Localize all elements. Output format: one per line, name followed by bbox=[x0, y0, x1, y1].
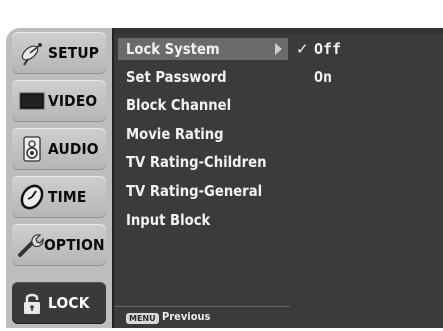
tab-setup-label: SETUP bbox=[48, 44, 100, 62]
menu-item-label: TV Rating-General bbox=[126, 182, 263, 200]
menu-item-movie-rating[interactable]: Movie Rating bbox=[118, 123, 288, 145]
wrench-icon bbox=[16, 229, 44, 261]
tab-video-label: VIDEO bbox=[48, 92, 98, 110]
menu-item-lock-system[interactable]: Lock System bbox=[118, 38, 288, 60]
menu-key-badge: MENU bbox=[126, 313, 159, 324]
menu-item-block-channel[interactable]: Block Channel bbox=[118, 94, 288, 116]
padlock-icon bbox=[16, 287, 48, 319]
tab-setup[interactable]: SETUP bbox=[12, 32, 106, 74]
option-label: On bbox=[314, 68, 333, 86]
option-on[interactable]: On bbox=[296, 66, 332, 88]
satellite-dish-icon bbox=[16, 37, 48, 69]
menu-item-tv-rating-children[interactable]: TV Rating-Children bbox=[118, 151, 288, 173]
values-top-border bbox=[290, 28, 443, 34]
submenu-divider bbox=[114, 306, 290, 307]
lock-submenu: Lock System Set Password Block Channel M… bbox=[112, 28, 290, 328]
menu-item-input-block[interactable]: Input Block bbox=[118, 209, 288, 231]
tab-option-label: OPTION bbox=[44, 236, 105, 254]
tab-lock-label: LOCK bbox=[48, 294, 90, 312]
tab-audio[interactable]: AUDIO bbox=[12, 128, 106, 170]
speaker-icon bbox=[16, 133, 48, 165]
menu-item-label: Movie Rating bbox=[126, 125, 224, 143]
tab-option[interactable]: OPTION bbox=[12, 224, 106, 266]
option-label: Off bbox=[314, 40, 342, 58]
clock-icon bbox=[16, 181, 48, 213]
lock-system-options: ✓ Off On bbox=[290, 28, 443, 328]
menu-item-set-password[interactable]: Set Password bbox=[118, 66, 288, 88]
checkmark-icon: ✓ bbox=[296, 40, 309, 58]
menu-item-label: Set Password bbox=[126, 68, 227, 86]
tv-osd-menu: SETUP VIDEO AUDIO TIME OPTION LOCK Lock … bbox=[0, 0, 443, 331]
menu-item-label: Lock System bbox=[126, 40, 220, 58]
submenu-top-border bbox=[114, 28, 290, 34]
previous-hint: Previous bbox=[162, 310, 211, 323]
menu-item-label: Input Block bbox=[126, 211, 211, 229]
tv-screen-icon bbox=[16, 85, 48, 117]
tab-video[interactable]: VIDEO bbox=[12, 80, 106, 122]
menu-item-label: TV Rating-Children bbox=[126, 153, 267, 171]
arrow-right-icon bbox=[275, 43, 282, 55]
menu-item-label: Block Channel bbox=[126, 96, 232, 114]
tab-lock[interactable]: LOCK bbox=[12, 282, 106, 324]
tab-time[interactable]: TIME bbox=[12, 176, 106, 218]
menu-item-tv-rating-general[interactable]: TV Rating-General bbox=[118, 180, 288, 202]
category-tab-column: SETUP VIDEO AUDIO TIME OPTION LOCK bbox=[6, 28, 112, 328]
tab-time-label: TIME bbox=[48, 188, 87, 206]
tab-audio-label: AUDIO bbox=[48, 140, 99, 158]
option-off[interactable]: ✓ Off bbox=[296, 38, 341, 60]
